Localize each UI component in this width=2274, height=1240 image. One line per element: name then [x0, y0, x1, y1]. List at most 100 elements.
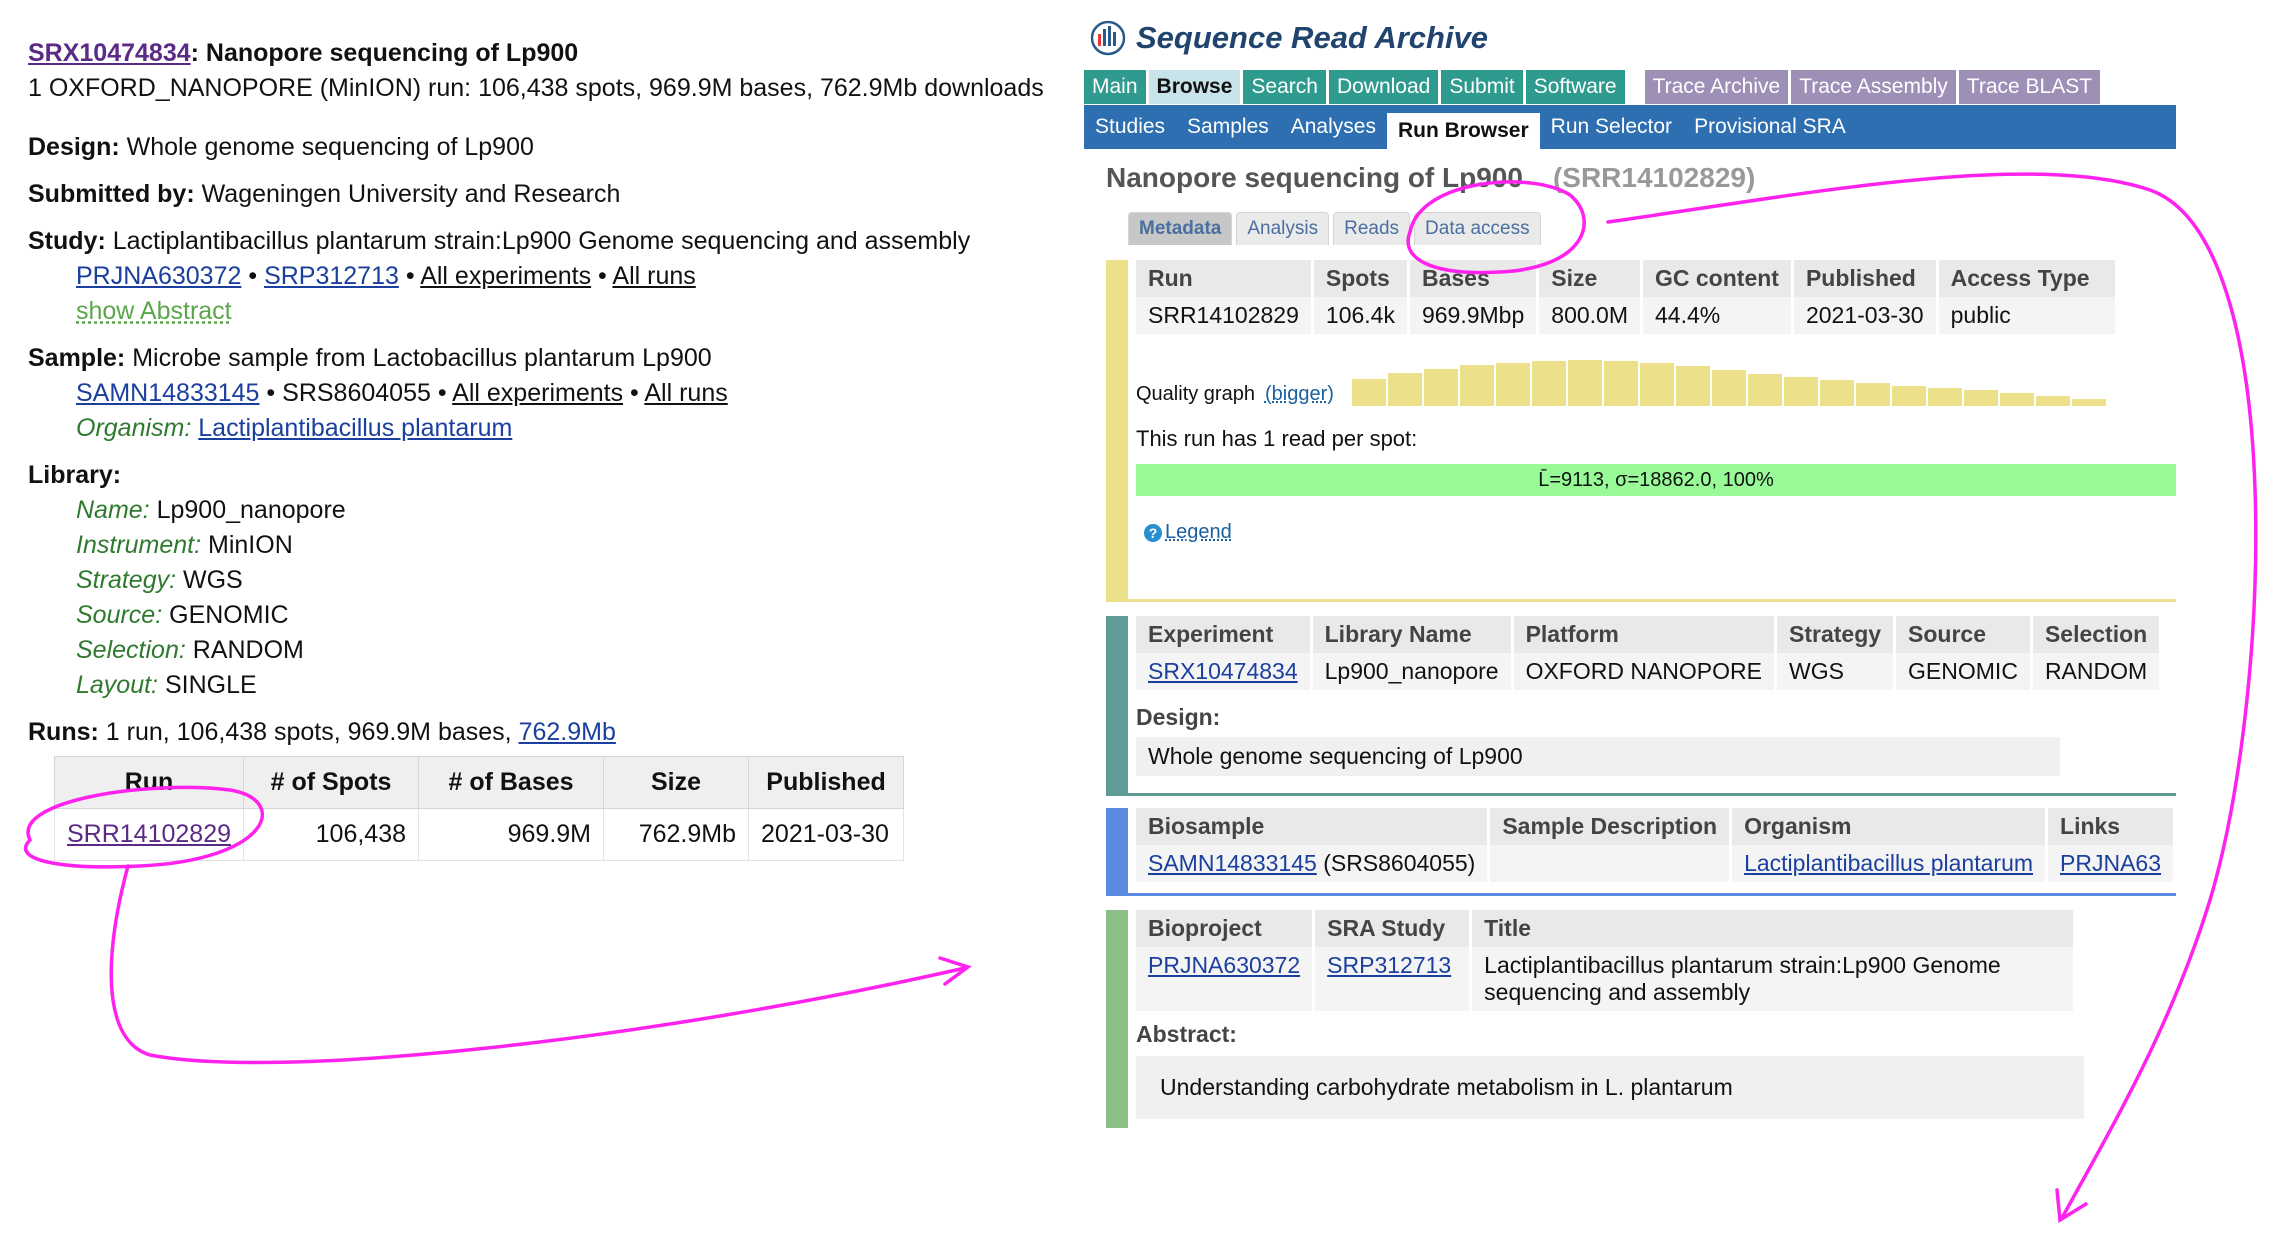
runs-table: Run # of Spots # of Bases Size Published…: [53, 756, 905, 861]
nav-search[interactable]: Search: [1243, 70, 1326, 104]
cell-published: 2021-03-30: [748, 808, 905, 861]
experiment-link[interactable]: SRX10474834: [1148, 658, 1298, 684]
column-header: Selection: [2031, 616, 2163, 653]
column-header: Run: [53, 756, 245, 809]
runs-table-header: Run # of Spots # of Bases Size Published: [53, 756, 905, 809]
column-header: GC content: [1641, 260, 1794, 297]
bioproject-link[interactable]: PRJNA630372: [1148, 952, 1300, 978]
sra-logo-icon: [1090, 20, 1126, 56]
run-link[interactable]: SRR14102829: [67, 820, 231, 848]
sra-study-link[interactable]: SRP312713: [1327, 952, 1451, 978]
column-header: # of Bases: [418, 756, 605, 809]
secondary-nav: Studies Samples Analyses Run Browser Run…: [1084, 105, 2176, 149]
design-label: Design:: [28, 133, 120, 161]
quality-bar: [1999, 393, 2034, 406]
quality-bar: [1747, 374, 1782, 406]
design-value: Whole genome sequencing of Lp900: [1136, 737, 2060, 776]
nav-trace-archive[interactable]: Trace Archive: [1644, 70, 1789, 104]
biosample-section: Biosample Sample Description Organism Li…: [1106, 808, 2176, 896]
lib-selection-label: Selection:: [76, 636, 186, 664]
column-header: Organism: [1730, 808, 2049, 845]
tab-metadata[interactable]: Metadata: [1128, 212, 1233, 245]
subnav-provisional-sra[interactable]: Provisional SRA: [1683, 109, 1857, 145]
quality-bar: [1963, 390, 1998, 406]
tab-data-access[interactable]: Data access: [1414, 212, 1541, 245]
biosample-link[interactable]: SAMN14833145: [1148, 850, 1317, 876]
subnav-samples[interactable]: Samples: [1176, 109, 1280, 145]
subnav-run-browser[interactable]: Run Browser: [1386, 113, 1540, 149]
quality-bar: [1423, 369, 1458, 406]
nav-trace-blast[interactable]: Trace BLAST: [1958, 70, 2101, 104]
subnav-studies[interactable]: Studies: [1084, 109, 1176, 145]
bioproject-section: Bioproject SRA Study Title PRJNA630372 S…: [1106, 910, 2176, 1128]
quality-bar: [1891, 386, 1926, 406]
quality-bar: [1603, 361, 1638, 406]
column-header: Experiment: [1136, 616, 1313, 653]
experiment-run-summary: 1 OXFORD_NANOPORE (MinION) run: 106,438 …: [28, 74, 1044, 102]
tab-analysis[interactable]: Analysis: [1236, 212, 1330, 245]
show-abstract-link[interactable]: show Abstract: [76, 297, 232, 325]
subnav-analyses[interactable]: Analyses: [1280, 109, 1387, 145]
tab-reads[interactable]: Reads: [1333, 212, 1411, 245]
column-header: Strategy: [1775, 616, 1897, 653]
lib-strategy: WGS: [183, 566, 243, 594]
section-bar: [1106, 616, 1128, 796]
cell-gc: 44.4%: [1641, 297, 1794, 334]
cell-strategy: WGS: [1775, 653, 1897, 690]
sample-all-experiments-link[interactable]: All experiments: [452, 379, 623, 407]
legend-row: ? Legend: [1144, 518, 2176, 544]
subnav-run-selector[interactable]: Run Selector: [1540, 109, 1683, 145]
sample-srs: SRS8604055: [282, 379, 431, 407]
lib-selection: RANDOM: [192, 636, 304, 664]
cell-access-type: public: [1937, 297, 2118, 334]
abstract-label: Abstract:: [1136, 1021, 1237, 1047]
sample-biosample-link[interactable]: SAMN14833145: [76, 379, 259, 407]
biosample-table: Biosample Sample Description Organism Li…: [1136, 808, 2176, 882]
quality-graph-bigger-link[interactable]: (bigger): [1265, 383, 1334, 406]
section-bar: [1106, 910, 1128, 1128]
bullet: •: [437, 379, 447, 407]
cell-size: 800.0M: [1537, 297, 1643, 334]
nav-trace-assembly[interactable]: Trace Assembly: [1791, 70, 1956, 104]
column-header: Published: [1792, 260, 1939, 297]
study-srp-link[interactable]: SRP312713: [264, 262, 399, 290]
nav-spacer: [1628, 70, 1642, 98]
run-section: Run Spots Bases Size GC content Publishe…: [1106, 260, 2176, 602]
organism-link[interactable]: Lactiplantibacillus plantarum: [1744, 850, 2033, 876]
sra-run-browser-panel: Sequence Read Archive Main Browse Search…: [1084, 14, 2176, 1128]
sample-all-runs-link[interactable]: All runs: [644, 379, 727, 407]
biosample-srs: (SRS8604055): [1323, 850, 1476, 876]
study-all-runs-link[interactable]: All runs: [612, 262, 695, 290]
quality-bar: [1531, 361, 1566, 406]
library-label: Library:: [28, 461, 122, 489]
nav-software[interactable]: Software: [1525, 70, 1625, 104]
cell-source: GENOMIC: [1894, 653, 2033, 690]
quality-bar: [1639, 363, 1674, 406]
study-label: Study:: [28, 227, 106, 255]
nav-submit[interactable]: Submit: [1441, 70, 1523, 104]
column-header: SRA Study: [1313, 910, 1473, 947]
nav-browse[interactable]: Browse: [1148, 70, 1241, 104]
study-all-experiments-link[interactable]: All experiments: [420, 262, 591, 290]
nav-download[interactable]: Download: [1328, 70, 1439, 104]
column-header: # of Spots: [243, 756, 420, 809]
lib-name-label: Name:: [76, 496, 150, 524]
page-title: Nanopore sequencing of Lp900 (SRR14102829…: [1106, 162, 1755, 194]
links-link[interactable]: PRJNA63: [2060, 850, 2161, 876]
legend-link[interactable]: Legend: [1165, 521, 1232, 543]
cell-run: SRR14102829: [1136, 297, 1314, 334]
read-length-bar: L̄=9113, σ=18862.0, 100%: [1136, 464, 2176, 496]
quality-bar: [1675, 366, 1710, 406]
organism-link[interactable]: Lactiplantibacillus plantarum: [198, 414, 512, 442]
runs-download-link[interactable]: 762.9Mb: [519, 718, 616, 746]
study-bioproject-link[interactable]: PRJNA630372: [76, 262, 241, 290]
column-header: Access Type: [1937, 260, 2118, 297]
nav-main[interactable]: Main: [1084, 70, 1146, 104]
column-header: Sample Description: [1488, 808, 1733, 845]
experiment-section: Experiment Library Name Platform Strateg…: [1106, 616, 2176, 796]
cell-library-name: Lp900_nanopore: [1311, 653, 1514, 690]
run-table: Run Spots Bases Size GC content Publishe…: [1136, 260, 2118, 334]
experiment-id-link[interactable]: SRX10474834: [28, 39, 191, 67]
column-header: Links: [2046, 808, 2176, 845]
cell-selection: RANDOM: [2031, 653, 2163, 690]
